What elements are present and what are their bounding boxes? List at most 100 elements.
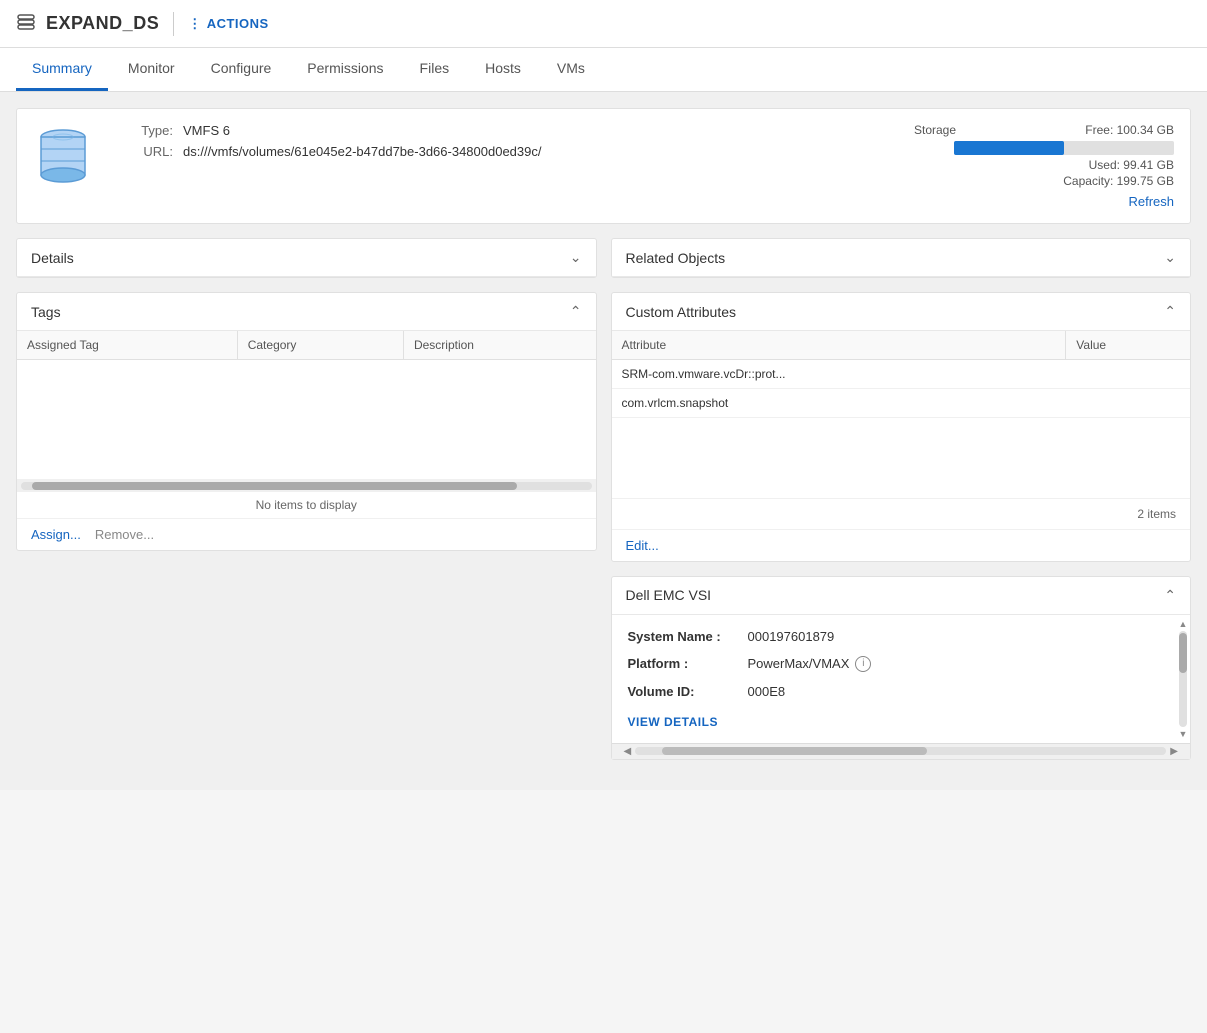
dell-scrollbar-thumb — [1179, 633, 1187, 673]
related-objects-panel-header[interactable]: Related Objects ⌄ — [612, 239, 1191, 277]
actions-button[interactable]: ⋮ ACTIONS — [188, 16, 269, 32]
related-objects-title: Related Objects — [626, 250, 726, 266]
system-name-value: 000197601879 — [748, 629, 835, 644]
tab-files[interactable]: Files — [404, 48, 466, 91]
dell-chevron-up-icon: ⌃ — [1164, 587, 1176, 604]
platform-row: Platform : PowerMax/VMAX i — [628, 656, 1161, 672]
edit-button[interactable]: Edit... — [626, 538, 659, 553]
storage-capacity: Capacity: 199.75 GB — [914, 174, 1174, 188]
tab-configure[interactable]: Configure — [195, 48, 288, 91]
nav-tabs: Summary Monitor Configure Permissions Fi… — [0, 48, 1207, 92]
tags-panel-header[interactable]: Tags ⌃ — [17, 293, 596, 331]
attr-empty-row — [612, 418, 1191, 498]
platform-value: PowerMax/VMAX i — [748, 656, 872, 672]
actions-label: ACTIONS — [207, 16, 269, 31]
platform-text: PowerMax/VMAX — [748, 656, 850, 671]
main-content: Type: VMFS 6 URL: ds:///vmfs/volumes/61e… — [0, 92, 1207, 790]
col-value: Value — [1066, 331, 1190, 360]
actions-dots-icon: ⋮ — [188, 16, 202, 32]
custom-attributes-table: Attribute Value SRM-com.vmware.vcDr::pro… — [612, 331, 1191, 498]
type-label: Type: — [123, 123, 173, 138]
url-label: URL: — [123, 144, 173, 159]
storage-panel: Storage Free: 100.34 GB Used: 99.41 GB C… — [914, 123, 1174, 209]
bottom-scrollbar-track — [635, 747, 1166, 755]
tags-scrollbar-thumb — [32, 482, 517, 490]
custom-attributes-panel: Custom Attributes ⌃ Attribute Value SRM-… — [611, 292, 1192, 562]
dell-bottom-scrollbar[interactable]: ◀ ▶ — [612, 743, 1191, 759]
platform-label: Platform : — [628, 656, 748, 671]
related-objects-chevron-down-icon: ⌄ — [1164, 249, 1176, 266]
attr-1-value — [1066, 360, 1190, 389]
bottom-scrollbar-thumb — [662, 747, 928, 755]
storage-used: Used: 99.41 GB — [914, 158, 1174, 172]
refresh-link[interactable]: Refresh — [914, 194, 1174, 209]
volume-id-row: Volume ID: 000E8 — [628, 684, 1161, 699]
storage-free: Free: 100.34 GB — [1085, 123, 1174, 137]
storage-title: Storage — [914, 123, 956, 137]
tags-scrollbar-track — [21, 482, 592, 490]
info-bar: Type: VMFS 6 URL: ds:///vmfs/volumes/61e… — [16, 108, 1191, 224]
volume-id-label: Volume ID: — [628, 684, 748, 699]
col-attribute: Attribute — [612, 331, 1066, 360]
system-name-label: System Name : — [628, 629, 748, 644]
details-panel-header[interactable]: Details ⌄ — [17, 239, 596, 277]
page-title: EXPAND_DS — [46, 13, 159, 34]
type-value: VMFS 6 — [183, 123, 230, 138]
view-details-row: VIEW DETAILS — [628, 711, 1161, 729]
tab-hosts[interactable]: Hosts — [469, 48, 537, 91]
tab-monitor[interactable]: Monitor — [112, 48, 191, 91]
items-count: 2 items — [1137, 507, 1176, 521]
attr-1-name: SRM-com.vmware.vcDr::prot... — [612, 360, 1066, 389]
view-details-button[interactable]: VIEW DETAILS — [628, 715, 718, 729]
storage-bar-fill — [954, 141, 1064, 155]
scroll-left-icon[interactable]: ◀ — [620, 746, 636, 757]
custom-attributes-title: Custom Attributes — [626, 304, 737, 320]
details-title: Details — [31, 250, 74, 266]
right-column: Related Objects ⌄ Custom Attributes ⌃ At… — [611, 238, 1192, 774]
scroll-right-icon[interactable]: ▶ — [1166, 746, 1182, 757]
tags-scrollbar[interactable] — [17, 480, 596, 492]
dell-content: System Name : 000197601879 Platform : Po… — [612, 615, 1177, 743]
custom-attributes-chevron-up-icon: ⌃ — [1164, 303, 1176, 320]
tab-vms[interactable]: VMs — [541, 48, 601, 91]
tags-table: Assigned Tag Category Description — [17, 331, 596, 480]
header: EXPAND_DS ⋮ ACTIONS — [0, 0, 1207, 48]
tags-panel: Tags ⌃ Assigned Tag Category Description — [16, 292, 597, 551]
dell-scrollbar[interactable]: ▲ ▼ — [1176, 615, 1190, 743]
tab-permissions[interactable]: Permissions — [291, 48, 399, 91]
custom-attributes-header[interactable]: Custom Attributes ⌃ — [612, 293, 1191, 331]
col-category: Category — [237, 331, 403, 360]
scroll-down-button[interactable]: ▼ — [1176, 727, 1190, 741]
details-chevron-down-icon: ⌄ — [570, 249, 582, 266]
remove-button[interactable]: Remove... — [95, 527, 154, 542]
related-objects-panel: Related Objects ⌄ — [611, 238, 1192, 278]
scroll-up-button[interactable]: ▲ — [1176, 617, 1190, 631]
assign-button[interactable]: Assign... — [31, 527, 81, 542]
storage-bar — [954, 141, 1174, 155]
storage-header: Storage Free: 100.34 GB — [914, 123, 1174, 137]
custom-attributes-footer: 2 items — [612, 498, 1191, 529]
attr-row-2: com.vrlcm.snapshot — [612, 389, 1191, 418]
url-value: ds:///vmfs/volumes/61e045e2-b47dd7be-3d6… — [183, 144, 541, 159]
left-column: Details ⌄ Tags ⌃ Assigned Tag Category — [16, 238, 597, 774]
dell-scroll-area: System Name : 000197601879 Platform : Po… — [612, 615, 1191, 743]
tags-no-items: No items to display — [17, 492, 596, 518]
info-details: Type: VMFS 6 URL: ds:///vmfs/volumes/61e… — [123, 123, 914, 165]
platform-info-icon[interactable]: i — [855, 656, 871, 672]
dell-emc-panel: Dell EMC VSI ⌃ System Name : 00019760187… — [611, 576, 1192, 760]
attr-row-1: SRM-com.vmware.vcDr::prot... — [612, 360, 1191, 389]
col-description: Description — [403, 331, 595, 360]
attr-2-value — [1066, 389, 1190, 418]
custom-attributes-actions: Edit... — [612, 529, 1191, 561]
dell-panel-header[interactable]: Dell EMC VSI ⌃ — [612, 577, 1191, 615]
attr-2-name: com.vrlcm.snapshot — [612, 389, 1066, 418]
tab-summary[interactable]: Summary — [16, 48, 108, 91]
details-panel: Details ⌄ — [16, 238, 597, 278]
database-icon — [16, 12, 36, 35]
two-column-layout: Details ⌄ Tags ⌃ Assigned Tag Category — [16, 238, 1191, 774]
dell-scrollbar-track — [1179, 631, 1187, 727]
volume-id-value: 000E8 — [748, 684, 786, 699]
tags-table-wrapper: Assigned Tag Category Description — [17, 331, 596, 480]
tags-chevron-up-icon: ⌃ — [570, 303, 582, 320]
header-divider — [173, 12, 174, 36]
